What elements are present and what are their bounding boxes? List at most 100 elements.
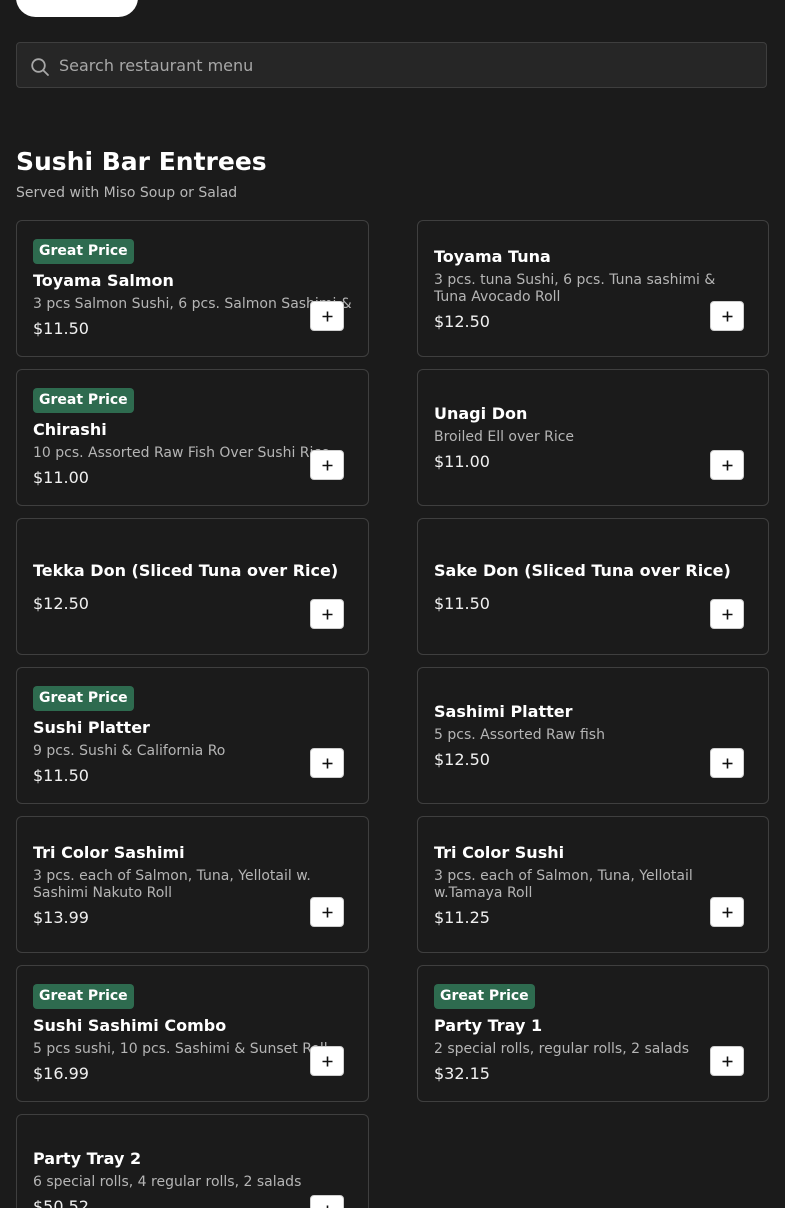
add-item-button[interactable] <box>710 599 744 629</box>
menu-item-price: $11.00 <box>33 467 89 487</box>
menu-item-card[interactable]: Tekka Don (Sliced Tuna over Rice) $12.50 <box>16 518 369 655</box>
menu-item-description: 3 pcs. tuna Sushi, 6 pcs. Tuna sashimi &… <box>434 271 716 305</box>
menu-item-price: $11.25 <box>434 907 490 927</box>
top-pill-button[interactable] <box>16 0 138 17</box>
menu-item-price: $11.50 <box>33 765 89 785</box>
menu-item-price: $12.50 <box>33 593 89 613</box>
add-item-button[interactable] <box>710 450 744 480</box>
menu-item-card[interactable]: Sashimi Platter 5 pcs. Assorted Raw fish $… <box>417 667 769 804</box>
menu-item-card[interactable]: Great Price Party Tray 1 2 special rolls, … <box>417 965 769 1102</box>
plus-icon <box>322 1056 332 1066</box>
add-item-button[interactable] <box>310 301 344 331</box>
menu-item-card[interactable]: Tri Color Sashimi 3 pcs. each of Salmon, … <box>16 816 369 953</box>
add-item-button[interactable] <box>310 599 344 629</box>
menu-item-price: $11.50 <box>434 593 490 613</box>
plus-icon <box>722 907 732 917</box>
menu-item-description: 5 pcs. Assorted Raw fish <box>434 727 605 743</box>
menu-item-description: Broiled Ell over Rice <box>434 429 575 445</box>
menu-item-price: $32.15 <box>434 1063 490 1083</box>
menu-item-name: Sushi Sashimi Combo <box>33 1015 227 1035</box>
menu-item-name: Sake Don (Sliced Tuna over Rice) <box>434 560 731 580</box>
menu-item-body: Sake Don (Sliced Tuna over Rice) $11.50 <box>434 519 752 654</box>
menu-item-description: 3 pcs Salmon Sushi, 6 pcs. Salmon Sashim… <box>33 295 352 312</box>
menu-item-price: $13.99 <box>33 907 89 927</box>
menu-item-body: Unagi Don Broiled Ell over Rice $11.00 <box>434 370 752 505</box>
menu-item-name: Chirashi <box>33 419 107 439</box>
menu-item-price: $50.52 <box>33 1197 89 1208</box>
menu-item-description: 9 pcs. Sushi & California Ro <box>33 742 226 759</box>
menu-item-name: Tekka Don (Sliced Tuna over Rice) <box>33 560 339 580</box>
menu-item-name: Tri Color Sushi <box>434 842 565 862</box>
menu-item-body: Great Price Toyama Salmon 3 pcs Salmon Sus… <box>33 221 352 356</box>
plus-icon <box>722 609 732 619</box>
add-item-button[interactable] <box>310 748 344 778</box>
menu-item-card[interactable]: Great Price Sushi Sashimi Combo 5 pcs sush… <box>16 965 369 1102</box>
menu-item-card[interactable]: Party Tray 2 6 special rolls, 4 regular r… <box>16 1114 369 1208</box>
menu-item-body: Great Price Sushi Platter 9 pcs. Sushi & C… <box>33 668 352 803</box>
menu-items-grid: Great Price Toyama Salmon 3 pcs Salmon Sus… <box>16 220 769 1208</box>
menu-item-price: $12.50 <box>434 311 490 331</box>
add-item-button[interactable] <box>310 1195 344 1208</box>
menu-item-body: Great Price Sushi Sashimi Combo 5 pcs sush… <box>33 966 352 1101</box>
great-price-badge: Great Price <box>33 387 134 413</box>
menu-item-card[interactable]: Great Price Toyama Salmon 3 pcs Salmon Sus… <box>16 220 369 357</box>
menu-item-description: 2 special rolls, regular rolls, 2 salads <box>434 1040 690 1057</box>
menu-item-card[interactable]: Toyama Tuna 3 pcs. tuna Sushi, 6 pcs. Tun… <box>417 220 769 357</box>
menu-item-name: Toyama Tuna <box>434 246 551 266</box>
menu-item-name: Party Tray 2 <box>33 1149 142 1168</box>
plus-icon <box>722 311 732 321</box>
menu-item-card[interactable]: Sake Don (Sliced Tuna over Rice) $11.50 <box>417 518 769 655</box>
add-item-button[interactable] <box>310 450 344 480</box>
menu-item-body: Great Price Chirashi 10 pcs. Assorted Raw … <box>33 370 352 505</box>
add-item-button[interactable] <box>310 1046 344 1076</box>
menu-item-body: Sashimi Platter 5 pcs. Assorted Raw fish $… <box>434 668 752 803</box>
menu-item-body: Tekka Don (Sliced Tuna over Rice) $12.50 <box>33 519 352 654</box>
add-item-button[interactable] <box>710 1046 744 1076</box>
menu-item-body: Party Tray 2 6 special rolls, 4 regular r… <box>33 1115 352 1208</box>
section-title: Sushi Bar Entrees <box>16 147 267 176</box>
menu-item-price: $11.50 <box>33 318 89 338</box>
plus-icon <box>322 460 332 470</box>
search-bar[interactable] <box>16 42 767 88</box>
menu-item-price: $11.00 <box>434 452 490 471</box>
plus-icon <box>322 609 332 619</box>
menu-item-name: Sushi Platter <box>33 717 150 737</box>
menu-item-body: Toyama Tuna 3 pcs. tuna Sushi, 6 pcs. Tun… <box>434 221 752 356</box>
add-item-button[interactable] <box>310 897 344 927</box>
plus-icon <box>326 1205 328 1208</box>
add-item-button[interactable] <box>710 748 744 778</box>
menu-item-name: Sashimi Platter <box>434 702 573 721</box>
plus-icon <box>322 311 332 321</box>
menu-item-description: 5 pcs sushi, 10 pcs. Sashimi & Sunset Ro… <box>33 1040 328 1057</box>
menu-item-body: Tri Color Sushi 3 pcs. each of Salmon, Tu… <box>434 817 752 952</box>
add-item-button[interactable] <box>710 897 744 927</box>
menu-item-card[interactable]: Unagi Don Broiled Ell over Rice $11.00 <box>417 369 769 506</box>
menu-item-name: Party Tray 1 <box>434 1015 543 1035</box>
menu-item-price: $16.99 <box>33 1063 89 1083</box>
plus-icon <box>722 1056 732 1066</box>
menu-item-description: 10 pcs. Assorted Raw Fish Over Sushi Ric… <box>33 444 330 461</box>
search-input[interactable] <box>59 43 749 87</box>
plus-icon <box>322 758 332 768</box>
add-item-button[interactable] <box>710 301 744 331</box>
menu-item-card[interactable]: Great Price Sushi Platter 9 pcs. Sushi & C… <box>16 667 369 804</box>
great-price-badge: Great Price <box>33 238 134 264</box>
plus-icon <box>722 460 732 470</box>
great-price-badge: Great Price <box>33 983 134 1009</box>
great-price-badge: Great Price <box>434 983 535 1009</box>
menu-item-body: Great Price Party Tray 1 2 special rolls, … <box>434 966 752 1101</box>
search-icon <box>31 58 49 76</box>
menu-item-description: 6 special rolls, 4 regular rolls, 2 sala… <box>33 1174 302 1190</box>
great-price-badge: Great Price <box>33 685 134 711</box>
menu-item-body: Tri Color Sashimi 3 pcs. each of Salmon, … <box>33 817 352 952</box>
plus-icon <box>322 907 332 917</box>
menu-item-name: Unagi Don <box>434 404 528 423</box>
menu-item-name: Tri Color Sashimi <box>33 842 185 862</box>
menu-item-description: 3 pcs. each of Salmon, Tuna, Yellotail w… <box>434 867 693 901</box>
plus-icon <box>722 758 732 768</box>
menu-item-name: Toyama Salmon <box>33 270 174 290</box>
menu-item-price: $12.50 <box>434 750 490 769</box>
section-subtitle: Served with Miso Soup or Salad <box>16 185 238 201</box>
menu-item-card[interactable]: Tri Color Sushi 3 pcs. each of Salmon, Tu… <box>417 816 769 953</box>
menu-item-card[interactable]: Great Price Chirashi 10 pcs. Assorted Raw … <box>16 369 369 506</box>
